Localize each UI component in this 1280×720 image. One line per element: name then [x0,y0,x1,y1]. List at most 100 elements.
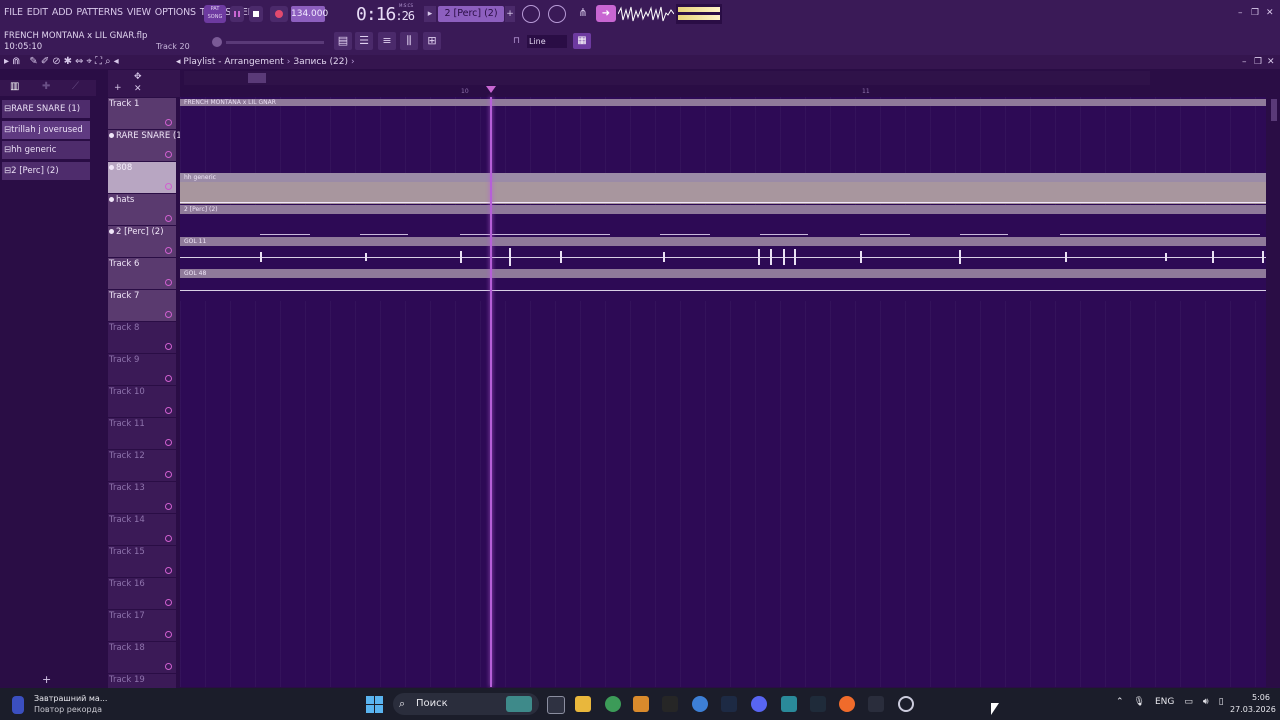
pattern-play-icon[interactable]: ▸ [424,6,436,22]
track-mute-icon[interactable] [165,567,172,574]
menu-file[interactable]: FILE [4,7,23,18]
picker-item[interactable]: ⊟trillah j overused 808 [2,121,90,153]
track-header[interactable]: 808 [108,161,176,193]
step-edit-button[interactable]: ➜ [596,5,616,22]
track-header[interactable]: Track 8 [108,321,176,353]
close-icon[interactable]: ✕ [1266,8,1274,18]
restore-icon[interactable]: ❐ [1251,8,1259,18]
track-mute-icon[interactable] [165,247,172,254]
slice-tool-icon[interactable]: ⌖ [86,56,92,67]
playlist-minimize-icon[interactable]: – [1242,57,1247,67]
app-icon[interactable] [898,696,914,712]
search-highlight-icon[interactable] [506,696,532,712]
playlist-pattern-name[interactable]: Запись (22) [293,57,348,67]
track-mute-icon[interactable] [165,375,172,382]
stop-button[interactable] [249,6,263,22]
song-time-display[interactable]: 0:16:26 [356,4,415,25]
track-header[interactable]: Track 11 [108,417,176,449]
track-header[interactable]: Track 10 [108,385,176,417]
pattern-selector[interactable]: 2 [Perc] (2) [438,6,504,22]
channel-rack-icon[interactable]: ≡ [378,32,396,50]
play-button[interactable] [230,6,244,22]
playlist-window-icon[interactable]: ▤ [334,32,352,50]
track-mute-icon[interactable] [165,471,172,478]
track-header[interactable]: Track 9 [108,353,176,385]
vertical-scrollbar[interactable] [1268,97,1280,687]
clip-track7[interactable]: GOL 48 [180,269,1266,301]
picker-patterns-icon[interactable]: ▥ [10,81,19,92]
tempo-display[interactable]: 134.000 [291,6,328,22]
mute-tool-icon[interactable]: ✱ [64,56,72,67]
track-header[interactable]: hats [108,193,176,225]
browser-app-icon[interactable] [692,696,708,712]
track-header[interactable]: Track 13 [108,481,176,513]
app-icon[interactable] [868,696,884,712]
menu-options[interactable]: OPTIONS [155,7,196,18]
picker-audio-icon[interactable]: ✚ [42,81,50,92]
browser-icon[interactable]: ⊞ [423,32,441,50]
slip-tool-icon[interactable]: ⇔ [75,56,83,67]
track-header[interactable]: Track 1 [108,97,176,129]
track-select-icon[interactable] [109,133,114,138]
discord-icon[interactable] [751,696,767,712]
playhead-marker[interactable] [486,86,496,93]
network-icon[interactable]: ▭ [1184,697,1193,707]
language-indicator[interactable]: ENG [1155,697,1174,707]
delete-tool-icon[interactable]: ⊘ [52,56,60,67]
track-select-icon[interactable] [109,197,114,202]
select-tool-icon[interactable]: ⛶ [95,56,102,67]
track-header[interactable]: Track 7 [108,289,176,321]
picker-add-icon[interactable]: + [42,673,51,686]
overview-thumb[interactable] [248,73,266,83]
snap-selector[interactable]: Line [527,35,567,48]
track-mute-icon[interactable] [165,151,172,158]
scroll-thumb[interactable] [1271,99,1277,121]
playlist-overview-scrollbar[interactable] [184,71,1150,85]
steam-icon[interactable] [721,696,737,712]
mixer-routing-button[interactable]: ▦ [573,33,591,49]
track-mute-icon[interactable] [165,183,172,190]
track-mute-icon[interactable] [165,599,172,606]
picker-item[interactable]: ⊟hh generic [2,141,90,159]
fl-studio-icon[interactable] [633,696,649,712]
master-volume-knob[interactable] [212,37,222,47]
clip-track6[interactable]: GOL 11 [180,237,1266,269]
track-mute-icon[interactable] [165,407,172,414]
pat-song-toggle[interactable]: PAT SONG [204,5,226,23]
track-select-icon[interactable] [109,229,114,234]
track-mute-icon[interactable] [165,439,172,446]
track-mute-icon[interactable] [165,119,172,126]
now-playing-title[interactable]: Завтрашний ма... [34,694,107,703]
add-track-icon[interactable]: + [114,83,122,93]
menu-view[interactable]: VIEW [127,7,151,18]
zoom-tool-icon[interactable]: ⌕ [105,56,111,67]
tray-chevron-icon[interactable]: ⌃ [1116,697,1124,707]
windows-start-icon[interactable] [366,696,383,713]
track-mute-icon[interactable] [165,343,172,350]
magnet-snap-icon[interactable]: ⋒ [12,56,20,67]
menu-patterns[interactable]: PATTERNS [76,7,123,18]
timeline-ruler[interactable] [180,85,1266,97]
remove-icon[interactable]: ✕ [134,84,142,94]
track-mute-icon[interactable] [165,535,172,542]
minimize-icon[interactable]: – [1238,8,1243,18]
loop-record-icon[interactable] [522,5,540,23]
microphone-icon[interactable]: 🎙︎ [1134,697,1145,707]
track-select-icon[interactable] [109,165,114,170]
app-icon[interactable] [839,696,855,712]
picker-item[interactable]: ⊟RARE SNARE (1) [2,100,90,118]
track-header[interactable]: Track 6 [108,257,176,289]
track-header[interactable]: Track 18 [108,641,176,673]
menu-add[interactable]: ADD [52,7,73,18]
track-mute-icon[interactable] [165,503,172,510]
paint-tool-icon[interactable]: ✐ [41,56,49,67]
master-pitch-slider[interactable] [226,41,324,44]
music-widget-icon[interactable] [12,696,24,714]
track-mute-icon[interactable] [165,279,172,286]
clip-track1[interactable]: FRENCH MONTANA x LIL GNAR [180,99,1266,108]
draw-tool-icon[interactable]: ✎ [29,56,37,67]
battery-icon[interactable]: ▯ [1219,697,1224,707]
add-pattern-button[interactable]: + [505,6,515,22]
track-header[interactable]: 2 [Perc] (2) [108,225,176,257]
track-header[interactable]: Track 17 [108,609,176,641]
